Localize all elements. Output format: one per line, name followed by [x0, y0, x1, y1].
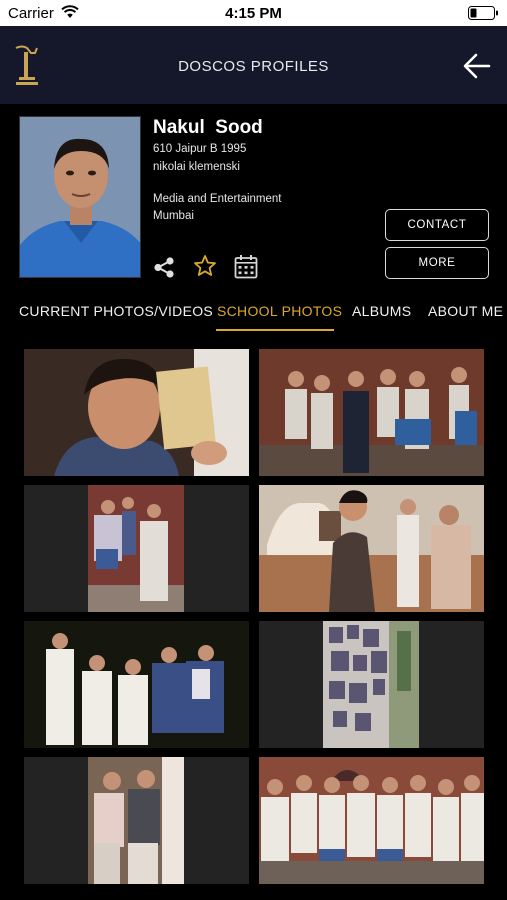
profile-house-batch: 610 Jaipur B 1995 [153, 143, 247, 155]
profile-city: Mumbai [153, 210, 194, 222]
tab-current-photos-videos[interactable]: CURRENT PHOTOS/VIDEOS [19, 303, 213, 319]
profile-nickname: nikolai klemenski [153, 161, 240, 173]
calendar-icon[interactable] [234, 254, 258, 279]
school-photo-3[interactable] [24, 485, 249, 612]
school-photo-5[interactable] [24, 621, 249, 748]
battery-icon [468, 6, 498, 20]
contact-button[interactable]: CONTACT [385, 209, 489, 241]
status-bar: Carrier 4:15 PM [0, 0, 507, 26]
tab-albums[interactable]: ALBUMS [352, 303, 411, 319]
school-photo-7[interactable] [24, 757, 249, 884]
school-photo-6[interactable] [259, 621, 484, 748]
page-title: DOSCOS PROFILES [178, 58, 329, 75]
more-button[interactable]: MORE [385, 247, 489, 279]
profile-avatar [19, 116, 141, 278]
school-photo-2[interactable] [259, 349, 484, 476]
profile-name: Nakul Sood [153, 117, 263, 138]
nav-bar: DOSCOS PROFILES [0, 26, 507, 104]
school-photo-1[interactable] [24, 349, 249, 476]
school-photo-4[interactable] [259, 485, 484, 612]
profile-industry: Media and Entertainment [153, 193, 282, 205]
status-time: 4:15 PM [225, 5, 282, 22]
school-photo-8[interactable] [259, 757, 484, 884]
star-icon[interactable] [193, 254, 217, 278]
tab-about-me[interactable]: ABOUT ME [428, 303, 503, 319]
share-icon[interactable] [153, 256, 176, 279]
back-arrow-icon[interactable] [463, 53, 491, 79]
tab-school-photos[interactable]: SCHOOL PHOTOS [217, 303, 342, 319]
profile-tabs: CURRENT PHOTOS/VIDEOS SCHOOL PHOTOS ALBU… [0, 294, 507, 334]
active-tab-indicator [216, 329, 334, 331]
